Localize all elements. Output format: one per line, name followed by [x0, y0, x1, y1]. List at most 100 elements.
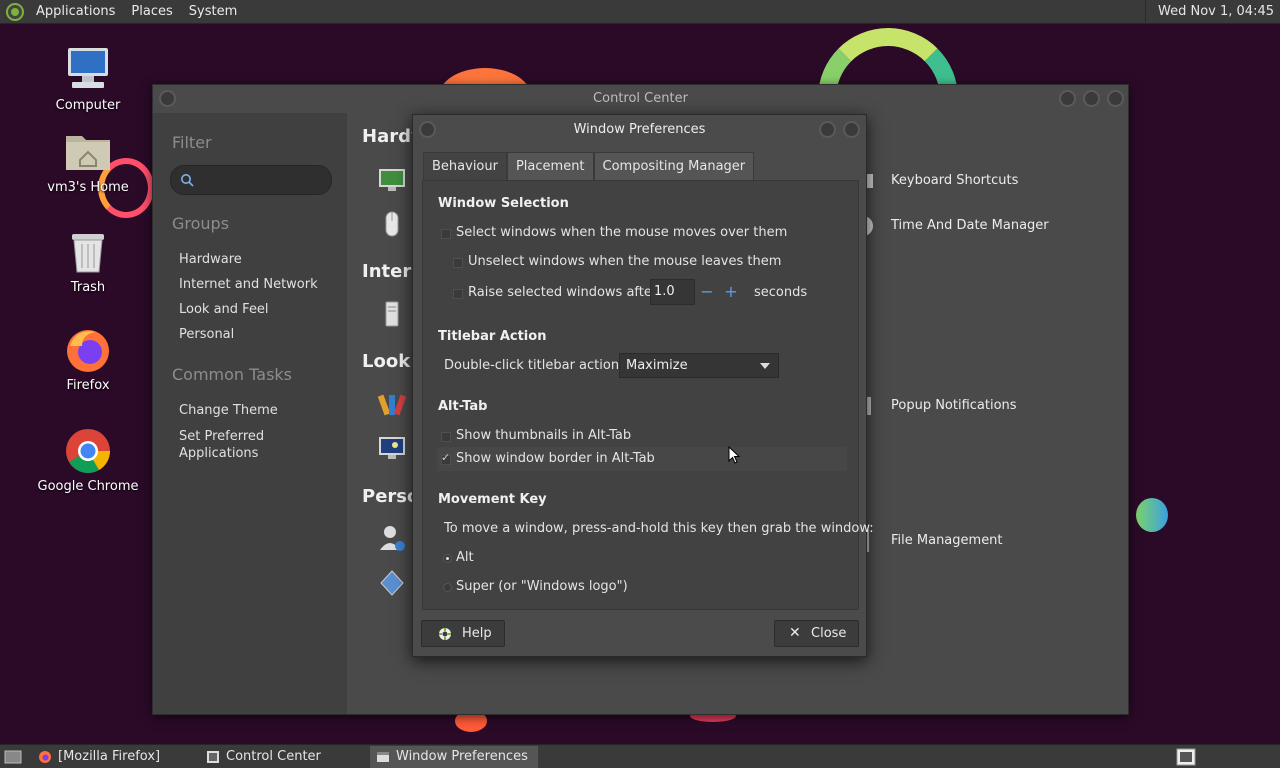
workspace-switcher-icon[interactable] [1176, 748, 1196, 766]
desktop-icon-home[interactable]: vm3's Home [33, 128, 143, 195]
super-radio[interactable] [443, 583, 452, 592]
screensaver-icon[interactable] [377, 433, 407, 463]
mouse-icon[interactable] [377, 209, 407, 239]
close-icon: ✕ [789, 625, 801, 641]
seconds-label: seconds [754, 285, 808, 300]
window-preferences-titlebar[interactable]: Window Preferences [413, 115, 866, 145]
close-dialog-button[interactable]: ✕ Close [774, 620, 859, 647]
firefox-icon [39, 751, 51, 763]
clock[interactable]: Wed Nov 1, 04:45 [1145, 0, 1280, 24]
window-preferences-icon [377, 752, 389, 762]
desktop-icon-label: Computer [55, 98, 121, 113]
bottom-taskbar: [Mozilla Firefox] Control Center Window … [0, 744, 1280, 768]
desktop-icon-computer[interactable]: Computer [33, 46, 143, 113]
unselect-on-leave-checkbox[interactable] [453, 258, 463, 268]
window-border-checkbox[interactable] [441, 451, 451, 465]
help-label: Help [462, 626, 492, 641]
common-tasks-heading: Common Tasks [172, 365, 293, 384]
accessibility-icon[interactable] [377, 568, 407, 598]
window-selection-heading: Window Selection [438, 196, 569, 211]
top-panel: Applications Places System Wed Nov 1, 04… [0, 0, 1280, 24]
task-control-center[interactable]: Control Center [200, 746, 368, 768]
appearance-icon[interactable] [377, 389, 407, 419]
desktop-icon-chrome[interactable]: Google Chrome [33, 427, 143, 494]
control-center-title: Control Center [593, 91, 688, 106]
movement-key-heading: Movement Key [438, 492, 547, 507]
desktop-icon-label: Google Chrome [37, 479, 139, 494]
titlebar-action-label: Double-click titlebar action: [444, 358, 624, 373]
chevron-down-icon [760, 363, 770, 369]
home-folder-icon [64, 128, 112, 176]
wallpaper-dot [1136, 498, 1168, 532]
tab-compositing-manager[interactable]: Compositing Manager [593, 152, 755, 180]
display-icon[interactable] [377, 165, 407, 195]
alt-radio-label[interactable]: Alt [456, 550, 474, 565]
task-change-theme[interactable]: Change Theme [179, 403, 278, 418]
super-radio-label[interactable]: Super (or "Windows logo") [456, 579, 628, 594]
maximize-button[interactable] [1083, 90, 1100, 107]
computer-icon [64, 46, 112, 94]
group-hardware[interactable]: Hardware [179, 252, 242, 267]
help-icon [439, 628, 451, 640]
group-internet-network[interactable]: Internet and Network [179, 277, 318, 292]
menu-system[interactable]: System [181, 0, 245, 24]
filter-search-input[interactable] [170, 165, 332, 195]
item-keyboard-shortcuts[interactable]: Keyboard Shortcuts [891, 173, 1018, 188]
task-window-preferences[interactable]: Window Preferences [370, 746, 538, 768]
mouse-pointer-icon [728, 446, 740, 464]
section-heading-personal: Perso [362, 486, 420, 507]
control-center-titlebar[interactable]: Control Center [153, 85, 1128, 113]
select-on-hover-checkbox[interactable] [441, 229, 451, 239]
desktop-icon-firefox[interactable]: Firefox [33, 326, 143, 393]
menu-applications[interactable]: Applications [28, 0, 123, 24]
thumbnails-label[interactable]: Show thumbnails in Alt-Tab [456, 428, 631, 443]
item-file-management[interactable]: File Management [891, 533, 1003, 548]
task-firefox[interactable]: [Mozilla Firefox] [32, 746, 197, 768]
increment-icon[interactable]: + [721, 282, 741, 302]
alt-radio[interactable] [443, 554, 452, 563]
item-popup-notifications[interactable]: Popup Notifications [891, 398, 1017, 413]
distro-logo-icon[interactable] [6, 2, 24, 21]
tab-bar: Behaviour Placement Compositing Manager [423, 152, 755, 180]
titlebar-action-value: Maximize [626, 358, 688, 373]
show-desktop-icon[interactable] [4, 749, 22, 765]
task-set-preferred-apps[interactable]: Set Preferred Applications [179, 428, 264, 462]
tab-placement[interactable]: Placement [506, 152, 594, 180]
titlebar-action-heading: Titlebar Action [438, 329, 547, 344]
titlebar-action-select[interactable]: Maximize [619, 353, 779, 378]
menu-places[interactable]: Places [123, 0, 180, 24]
desktop-icon-trash[interactable]: Trash [33, 228, 143, 295]
window-border-label[interactable]: Show window border in Alt-Tab [456, 451, 655, 466]
tab-behaviour[interactable]: Behaviour [423, 152, 507, 180]
movement-key-description: To move a window, press-and-hold this ke… [444, 521, 874, 536]
maximize-button[interactable] [819, 121, 836, 138]
window-menu-button[interactable] [159, 90, 176, 107]
raise-after-checkbox[interactable] [453, 289, 463, 299]
behaviour-panel: Window Selection Select windows when the… [422, 180, 874, 610]
desktop-icon-label: Trash [70, 280, 106, 295]
task-label: Window Preferences [396, 749, 528, 764]
group-look-and-feel[interactable]: Look and Feel [179, 302, 269, 317]
item-time-date-manager[interactable]: Time And Date Manager [891, 218, 1049, 233]
close-button[interactable] [1107, 90, 1124, 107]
raise-after-label[interactable]: Raise selected windows after [468, 285, 657, 300]
task-label: [Mozilla Firefox] [58, 749, 161, 764]
close-label: Close [811, 626, 847, 641]
about-me-icon[interactable] [377, 523, 407, 553]
control-center-icon [207, 751, 219, 763]
select-on-hover-label[interactable]: Select windows when the mouse moves over… [456, 225, 787, 240]
desktop-icon-label: Firefox [66, 378, 110, 393]
groups-heading: Groups [172, 214, 230, 233]
task-label: Control Center [226, 749, 321, 764]
decrement-icon[interactable]: − [697, 282, 717, 302]
close-button[interactable] [843, 121, 860, 138]
control-center-sidebar: Filter Groups Hardware Internet and Netw… [153, 113, 347, 714]
window-menu-button[interactable] [419, 121, 436, 138]
help-button[interactable]: Help [421, 620, 505, 647]
unselect-on-leave-label[interactable]: Unselect windows when the mouse leaves t… [468, 254, 781, 269]
network-server-icon[interactable] [377, 299, 407, 329]
raise-delay-input[interactable]: 1.0 [650, 279, 695, 305]
thumbnails-checkbox[interactable] [441, 432, 451, 442]
minimize-button[interactable] [1059, 90, 1076, 107]
group-personal[interactable]: Personal [179, 327, 234, 342]
